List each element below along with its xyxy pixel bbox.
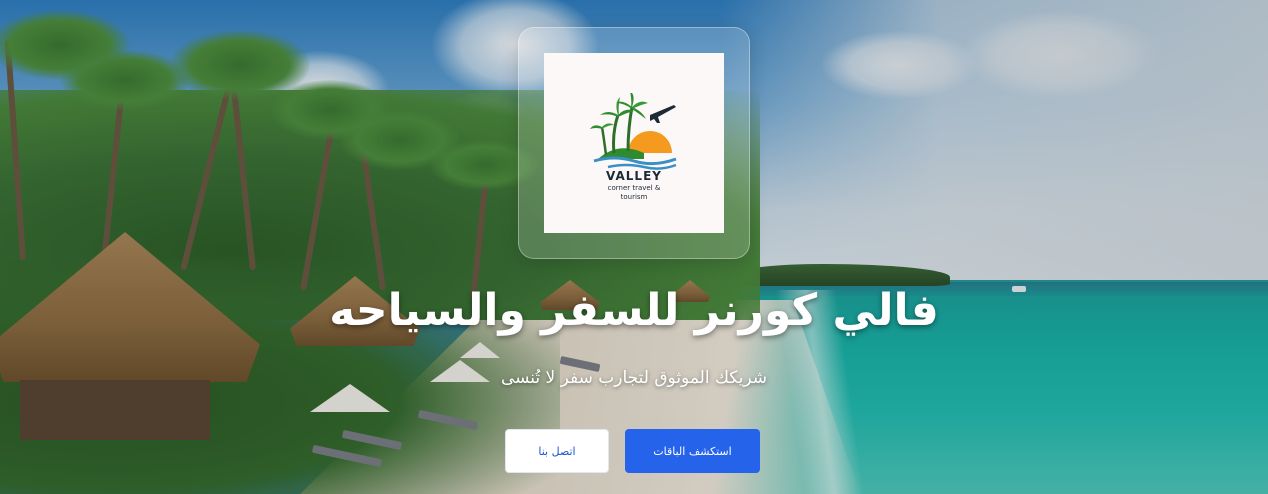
explore-packages-button[interactable]: استكشف الباقات [625, 429, 760, 473]
logo-brand-name: VALLEY [606, 169, 662, 183]
palm-sun-plane-logo-icon [590, 93, 677, 170]
hero-section: VALLEY corner travel & tourism فالي كورن… [0, 0, 1268, 494]
page-subtitle: شريكك الموثوق لتجارب سفر لا تُنسى [500, 368, 768, 388]
contact-us-button[interactable]: اتصل بنا [505, 429, 609, 473]
page-title: فالي كورنر للسفر والسياحه [329, 285, 939, 336]
logo-card: VALLEY corner travel & tourism [518, 27, 750, 259]
logo-tagline: corner travel & tourism [607, 184, 661, 201]
logo[interactable]: VALLEY corner travel & tourism [544, 53, 724, 233]
